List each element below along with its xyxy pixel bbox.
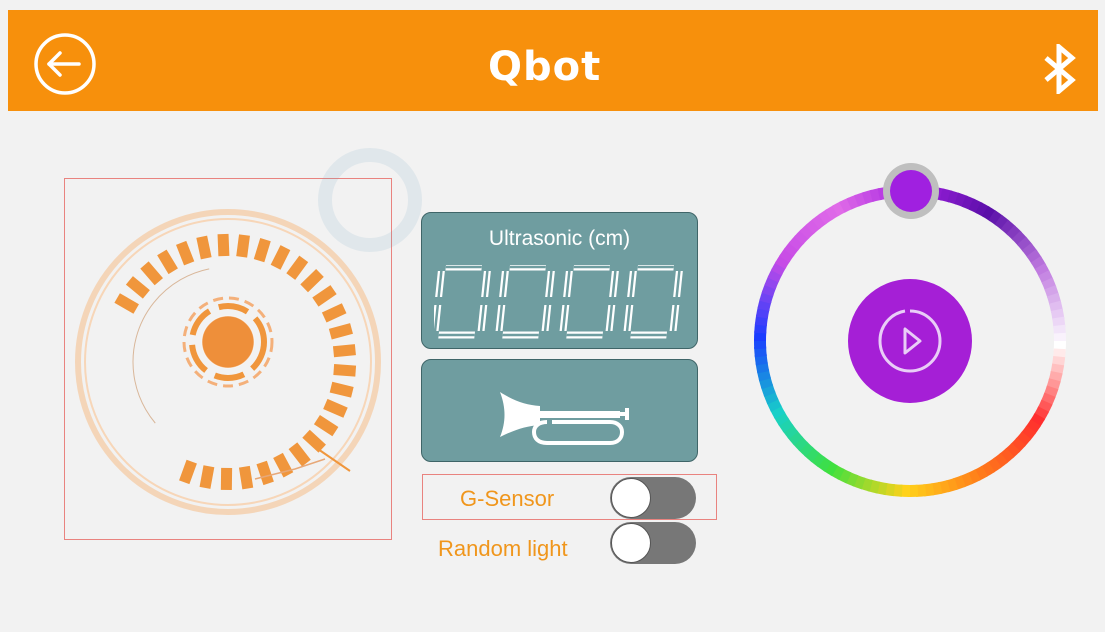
radar-segment	[179, 459, 197, 485]
radar-segment	[196, 235, 212, 260]
digit	[495, 265, 555, 339]
gsensor-toggle[interactable]	[610, 477, 696, 519]
radar-segment	[157, 249, 178, 275]
random-light-label: Random light	[438, 536, 568, 561]
radar-segment	[328, 323, 353, 340]
random-light-toggle[interactable]	[610, 522, 696, 564]
radar-segment	[313, 415, 339, 437]
radar-segment	[238, 465, 254, 490]
radar-segment	[256, 460, 274, 486]
back-button[interactable]	[33, 32, 97, 96]
radar-segment	[286, 255, 309, 280]
digit	[559, 265, 619, 339]
radar-segment	[140, 261, 163, 286]
radar-dial[interactable]	[65, 179, 391, 539]
horn-button[interactable]	[421, 359, 698, 462]
radar-segment	[199, 465, 215, 489]
radar-segment	[114, 293, 139, 314]
app-logo: Qbot	[488, 42, 638, 92]
radar-segment	[253, 238, 271, 263]
radar-segment	[321, 303, 347, 323]
app-title: Qbot	[488, 44, 602, 90]
ultrasonic-label: Ultrasonic (cm)	[488, 227, 631, 250]
toggle-knob	[611, 478, 651, 518]
horn-icon	[500, 392, 629, 445]
radar-segment	[333, 364, 357, 377]
bluetooth-icon	[1044, 41, 1076, 97]
radar-segment	[312, 285, 337, 307]
digit	[434, 265, 491, 339]
radar-segment	[125, 276, 150, 299]
ultrasonic-value-display	[434, 265, 683, 339]
radar-segment	[300, 269, 324, 293]
radar-segment	[323, 398, 348, 418]
bluetooth-button[interactable]	[1038, 41, 1082, 97]
arrow-left-circle-icon	[34, 33, 96, 95]
radar-segment	[176, 240, 195, 266]
radar-segment	[302, 429, 326, 453]
ultrasonic-panel: Ultrasonic (cm)	[421, 212, 698, 349]
color-wheel[interactable]	[745, 158, 1075, 518]
toggle-knob	[611, 523, 651, 563]
digit	[623, 265, 683, 339]
radar-segment	[329, 381, 354, 398]
gsensor-label: G-Sensor	[460, 486, 555, 511]
radar-segment	[270, 245, 291, 270]
header-bar: Qbot	[8, 10, 1098, 111]
color-picker-knob[interactable]	[890, 170, 932, 212]
play-button[interactable]	[848, 279, 972, 403]
radar-segment	[236, 234, 250, 258]
radar-segment	[217, 233, 230, 257]
joystick-panel[interactable]	[64, 178, 392, 540]
radar-segment	[288, 442, 311, 467]
radar-segment	[332, 344, 356, 358]
